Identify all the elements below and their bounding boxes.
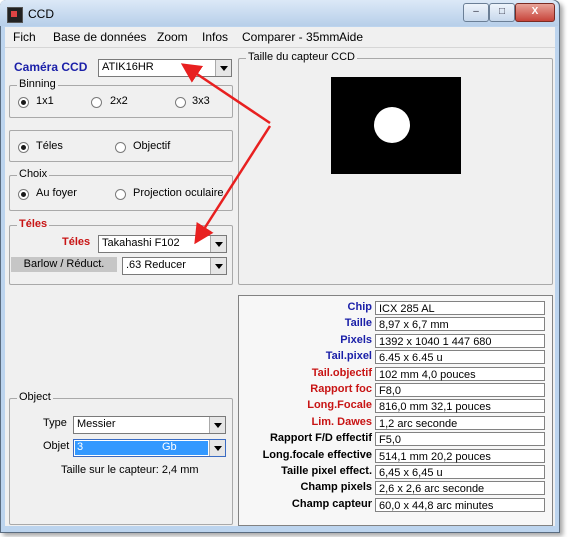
mode-group: Téles Objectif	[9, 130, 233, 162]
barlow-select[interactable]: .63 Reducer	[122, 257, 227, 275]
sensor-title: Taille du capteur CCD	[246, 51, 357, 63]
teles-label: Téles	[62, 236, 91, 248]
object-type-label: Type	[43, 417, 67, 429]
chevron-down-icon[interactable]	[210, 236, 226, 252]
barlow-value: .63 Reducer	[126, 259, 186, 271]
spec-value: 514,1 mm 20,2 pouces	[375, 448, 545, 463]
object-type-select[interactable]: Messier	[73, 416, 226, 434]
spec-label: Tail.pixel	[325, 350, 372, 363]
camera-label: Caméra CCD	[14, 60, 88, 74]
chevron-down-icon[interactable]	[215, 60, 231, 76]
client-area: Caméra CCD ATIK16HR Binning 1x1 2x2 3x3 …	[5, 48, 555, 526]
spec-label: Taille	[344, 317, 372, 330]
object-type-value: Messier	[77, 418, 116, 430]
object-title: Object	[17, 391, 53, 403]
window-title: CCD	[28, 7, 54, 21]
object-objet-value: 3	[77, 441, 84, 453]
object-disc	[374, 107, 410, 143]
camera-select[interactable]: ATIK16HR	[98, 59, 232, 77]
spec-value: 6.45 x 6.45 u	[375, 350, 545, 365]
choix-au-foyer-radio[interactable]	[18, 189, 29, 200]
close-button[interactable]: X	[515, 3, 555, 22]
teles-value: Takahashi F102	[102, 237, 180, 249]
binning-title: Binning	[17, 78, 58, 90]
spec-label: Tail.objectif	[311, 366, 372, 379]
spec-value: F8,0	[375, 383, 545, 397]
chevron-down-icon[interactable]	[209, 417, 225, 433]
chevron-down-icon[interactable]	[209, 440, 225, 456]
spec-value: 8,97 x 6,7 mm	[375, 317, 545, 332]
mode-teles-radio[interactable]	[18, 142, 29, 153]
spec-value: F5,0	[375, 432, 545, 447]
menu-infos[interactable]: Infos	[202, 30, 228, 44]
teles-select[interactable]: Takahashi F102	[98, 235, 227, 253]
choix-projection-radio[interactable]	[115, 189, 126, 200]
choix-au-foyer-label: Au foyer	[36, 187, 77, 199]
maximize-button[interactable]: □	[489, 3, 515, 22]
binning-2x2-label: 2x2	[110, 95, 128, 107]
mode-objectif-label: Objectif	[133, 140, 171, 152]
spec-label: Long.Focale	[307, 399, 372, 412]
choix-group: Choix Au foyer Projection oculaire	[9, 168, 233, 211]
spec-value: 816,0 mm 32,1 pouces	[375, 399, 545, 414]
object-size-text: Taille sur le capteur: 2,4 mm	[61, 464, 199, 476]
app-icon	[7, 7, 23, 23]
spec-label: Rapport F/D effectif	[269, 432, 372, 445]
menu-aide[interactable]: Aide	[339, 30, 363, 44]
object-objet-select[interactable]: 3 Gb	[73, 439, 226, 457]
chevron-down-icon[interactable]	[210, 258, 226, 274]
object-group: Object Type Messier Objet 3 Gb Taille su…	[9, 391, 233, 525]
spec-label: Taille pixel effect.	[281, 465, 372, 477]
spec-label: Champ pixels	[300, 481, 372, 494]
specs-panel: Chip ICX 285 AL Taille 8,97 x 6,7 mm Pixels 1…	[238, 295, 553, 526]
sensor-preview	[331, 77, 461, 174]
mode-objectif-radio[interactable]	[115, 142, 126, 153]
spec-label: Chip	[347, 301, 372, 313]
sensor-group: Taille du capteur CCD	[238, 51, 553, 285]
binning-2x2-radio[interactable]	[91, 97, 102, 108]
spec-label: Lim. Dawes	[311, 415, 372, 428]
object-objet-extra: Gb	[162, 441, 177, 453]
spec-value: ICX 285 AL	[375, 301, 545, 315]
binning-group: Binning 1x1 2x2 3x3	[9, 78, 233, 118]
minimize-button[interactable]: –	[463, 3, 489, 22]
objet-highlight	[75, 441, 208, 455]
spec-label: Rapport foc	[310, 383, 372, 395]
binning-1x1-label: 1x1	[36, 95, 54, 107]
spec-label: Long.focale effective	[262, 448, 372, 461]
menu-fich[interactable]: Fich	[13, 30, 36, 44]
binning-1x1-radio[interactable]	[18, 97, 29, 108]
teles-title: Téles	[17, 218, 50, 230]
camera-value: ATIK16HR	[102, 61, 154, 73]
spec-label: Champ capteur	[291, 497, 372, 510]
binning-3x3-radio[interactable]	[175, 97, 186, 108]
spec-value: 102 mm 4,0 pouces	[375, 366, 545, 381]
menu-comparer[interactable]: Comparer - 35mm	[242, 30, 339, 44]
barlow-label: Barlow / Réduct.	[11, 257, 117, 272]
binning-3x3-label: 3x3	[192, 95, 210, 107]
menu-base-de-donnees[interactable]: Base de données	[53, 30, 146, 44]
object-objet-label: Objet	[43, 440, 70, 452]
menu-bar: Fich Base de données Zoom Infos Comparer…	[5, 27, 555, 48]
spec-label: Pixels	[340, 333, 372, 346]
mode-teles-label: Téles	[36, 140, 63, 152]
spec-value: 6,45 x 6,45 u	[375, 465, 545, 479]
spec-value: 1392 x 1040 1 447 680	[375, 333, 545, 348]
choix-title: Choix	[17, 168, 50, 180]
spec-value: 60,0 x 44,8 arc minutes	[375, 497, 545, 512]
menu-zoom[interactable]: Zoom	[157, 30, 188, 44]
choix-projection-label: Projection oculaire	[133, 187, 224, 199]
teles-group: Téles Téles Takahashi F102 Barlow / Rédu…	[9, 218, 233, 285]
spec-value: 1,2 arc seconde	[375, 415, 545, 430]
spec-value: 2,6 x 2,6 arc seconde	[375, 481, 545, 496]
